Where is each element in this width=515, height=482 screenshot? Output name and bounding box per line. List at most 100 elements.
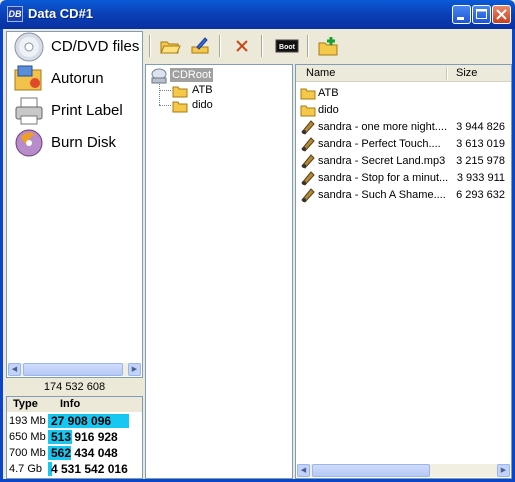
audio-file-icon (301, 120, 315, 135)
audio-file-icon (301, 154, 315, 169)
boot-label: Boot (279, 44, 296, 51)
nav-panel: CD/DVD files Autorun Print Label Burn Di… (6, 31, 143, 378)
type-column-header: Type (13, 398, 38, 410)
nav-item-cd-dvd-files[interactable]: CD/DVD files (11, 32, 142, 62)
file-row[interactable]: sandra - Perfect Touch.... 3 613 019 (296, 136, 511, 153)
size-column-header[interactable]: Size (456, 67, 477, 79)
scroll-thumb[interactable] (312, 464, 430, 477)
folder-row[interactable]: dido (296, 102, 511, 119)
autorun-icon (14, 65, 42, 91)
disk-type: 700 Mb (9, 447, 46, 459)
tree-node-label: dido (192, 99, 213, 111)
maximize-button[interactable] (472, 5, 491, 24)
tree-connector (159, 84, 160, 105)
tree-node-label: CDRoot (170, 68, 214, 82)
open-folder-icon[interactable] (159, 35, 181, 57)
file-size: 3 215 978 (456, 155, 505, 167)
file-row[interactable]: sandra - one more night.... 3 944 826 (296, 119, 511, 136)
total-size: 174 532 608 (43, 381, 106, 393)
new-folder-icon[interactable] (317, 35, 339, 57)
scroll-left-button[interactable]: ◀ (297, 464, 310, 477)
burn-disc-icon (15, 129, 43, 157)
nav-item-label: Burn Disk (51, 134, 117, 151)
file-name: sandra - Stop for a minut... (318, 172, 449, 184)
cd-drive-icon (151, 68, 167, 84)
info-column-header: Info (60, 398, 81, 410)
file-size: 3 613 019 (456, 138, 505, 150)
tree-connector (159, 90, 171, 91)
toolbar-separator (261, 35, 263, 57)
disk-row: 700 Mb 562 434 048 (7, 445, 142, 461)
disk-type: 650 Mb (9, 431, 46, 443)
maximize-icon (476, 9, 487, 19)
column-divider[interactable] (446, 67, 448, 80)
disk-info: 562 434 048 (51, 446, 118, 460)
file-size: 3 944 826 (456, 121, 505, 133)
nav-item-label: Print Label (51, 102, 123, 119)
folder-row[interactable]: ATB (296, 85, 511, 102)
folder-icon (172, 101, 188, 113)
disk-info: 27 908 096 (51, 414, 112, 428)
tree-node-root[interactable]: CDRoot (150, 68, 214, 84)
file-name: sandra - Such A Shame.... (318, 189, 446, 201)
file-list-horizontal-scrollbar[interactable]: ◀ ▶ (297, 464, 510, 477)
folder-icon (172, 86, 188, 98)
nav-item-label: CD/DVD files (51, 38, 140, 55)
file-list-header: Name Size (296, 65, 511, 82)
name-column-header[interactable]: Name (306, 67, 335, 79)
disk-type: 4.7 Gb (9, 463, 43, 475)
delete-icon[interactable] (231, 35, 253, 57)
tree-node-label: ATB (192, 84, 213, 96)
scroll-left-button[interactable]: ◀ (8, 363, 21, 376)
nav-item-burn-disk[interactable]: Burn Disk (11, 128, 142, 158)
disk-row: 193 Mb 27 908 096 (7, 413, 142, 429)
rename-icon[interactable] (189, 35, 211, 57)
cd-disc-icon (14, 32, 44, 62)
disk-row: 650 Mb 513 916 928 (7, 429, 142, 445)
folder-tree: CDRoot ATB dido (145, 64, 293, 479)
toolbar: Boot (145, 31, 512, 61)
audio-file-icon (301, 137, 315, 152)
app-icon: DB (7, 6, 23, 22)
title-bar[interactable]: DB Data CD#1 (0, 0, 515, 29)
disk-table-header: Type Info (7, 397, 142, 412)
audio-file-icon (301, 188, 315, 203)
file-name: sandra - one more night.... (318, 121, 448, 133)
close-button[interactable] (492, 5, 511, 24)
boot-button[interactable]: Boot (275, 35, 299, 57)
file-name: sandra - Secret Land.mp3 (318, 155, 446, 167)
window-title: Data CD#1 (28, 6, 94, 21)
toolbar-separator (219, 35, 221, 57)
file-name: sandra - Perfect Touch.... (318, 138, 441, 150)
nav-item-print-label[interactable]: Print Label (11, 96, 142, 126)
file-size: 3 933 911 (456, 172, 505, 184)
window-body: CD/DVD files Autorun Print Label Burn Di… (0, 29, 515, 482)
file-name: dido (318, 104, 339, 116)
file-row[interactable]: sandra - Stop for a minut... 3 933 911 (296, 170, 511, 187)
folder-icon (300, 88, 316, 100)
disk-type: 193 Mb (9, 415, 46, 427)
disk-info: 4 531 542 016 (51, 462, 128, 476)
toolbar-grip (149, 35, 151, 57)
scroll-thumb[interactable] (23, 363, 123, 376)
toolbar-separator (307, 35, 309, 57)
audio-file-icon (301, 171, 315, 186)
minimize-icon (457, 17, 464, 20)
disk-row: 4.7 Gb 4 531 542 016 (7, 461, 142, 477)
printer-icon (15, 97, 43, 125)
scroll-right-button[interactable]: ▶ (497, 464, 510, 477)
scroll-right-button[interactable]: ▶ (128, 363, 141, 376)
disk-info: 513 916 928 (51, 430, 118, 444)
nav-horizontal-scrollbar[interactable]: ◀ ▶ (8, 363, 141, 376)
minimize-button[interactable] (452, 5, 471, 24)
close-icon (496, 9, 507, 20)
disk-capacity-table: Type Info 193 Mb 27 908 096 650 Mb 513 916 … (6, 396, 143, 479)
nav-item-autorun[interactable]: Autorun (11, 64, 142, 94)
file-size: 6 293 632 (456, 189, 505, 201)
file-row[interactable]: sandra - Such A Shame.... 6 293 632 (296, 187, 511, 204)
file-row[interactable]: sandra - Secret Land.mp3 3 215 978 (296, 153, 511, 170)
boot-icon: Boot (275, 39, 299, 53)
file-list: Name Size ATB dido sandra - one more night… (295, 64, 512, 479)
tree-connector (159, 105, 171, 106)
file-name: ATB (318, 87, 339, 99)
